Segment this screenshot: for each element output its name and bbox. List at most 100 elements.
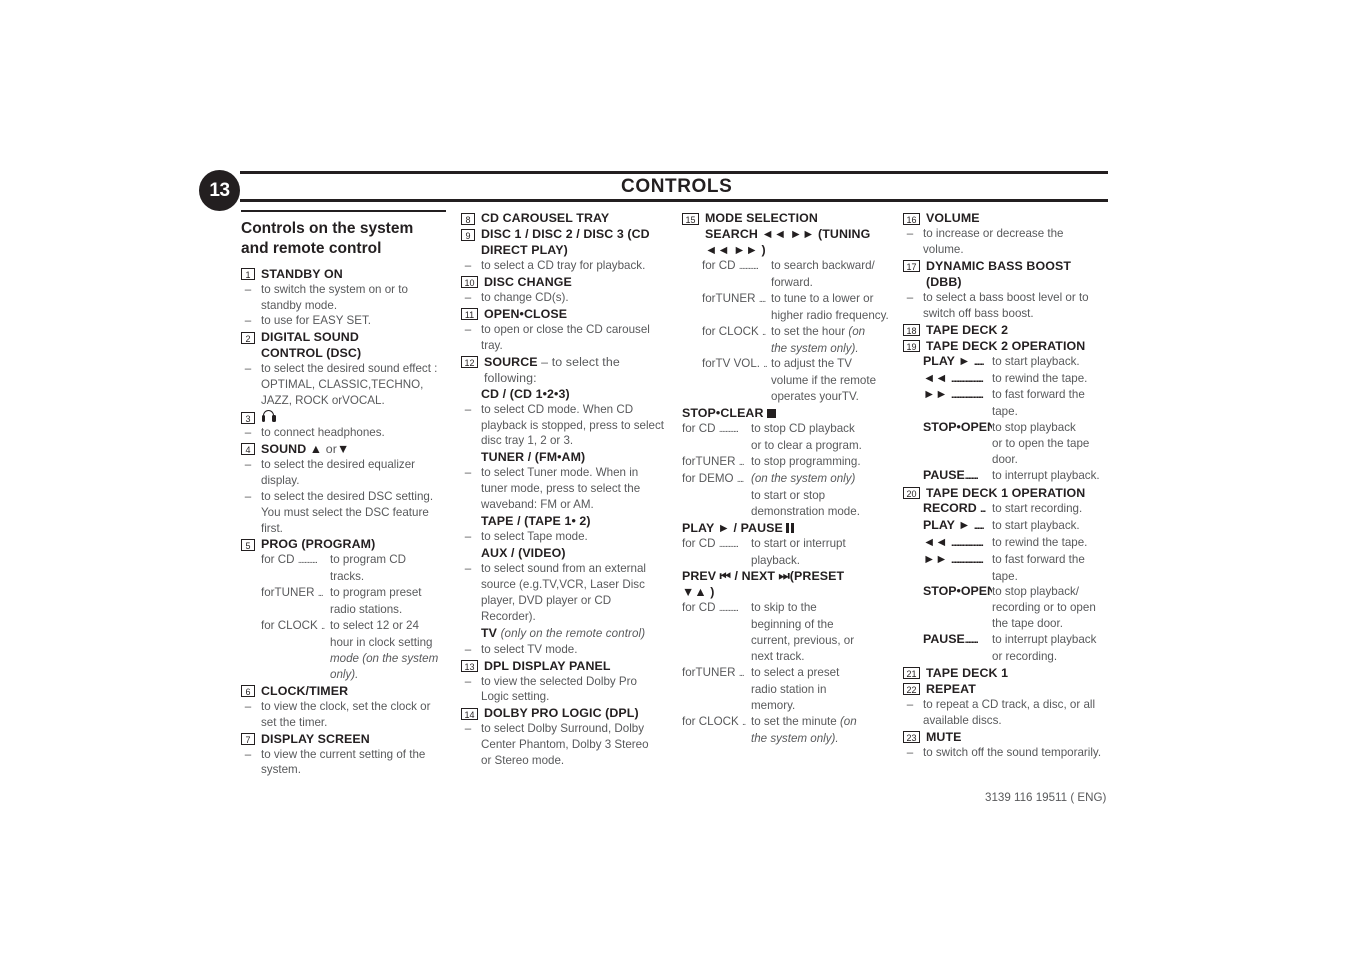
leader-key: for CLOCK .. — [702, 324, 766, 338]
leader-dots: ............ — [297, 555, 318, 567]
item-number: 14 — [461, 707, 478, 720]
bullet-dash: – — [464, 722, 472, 736]
section-heading-line-2: and remote control — [241, 239, 382, 257]
leader-continuation: or recording. — [992, 650, 1058, 664]
desc-line: to select Tuner mode. When in — [481, 466, 639, 480]
leader-row: PAUSE........ to interrupt playback. — [923, 468, 1115, 485]
column-2: 8 CD CAROUSEL TRAY 9 DISC 1 / DISC 2 / D… — [461, 210, 671, 769]
leader-key: ►► .................... — [923, 387, 992, 404]
item-label: PROG (PROGRAM) — [261, 537, 376, 552]
item-label: CLOCK/TIMER — [261, 683, 349, 698]
leader-value: to stop CD playback — [751, 422, 855, 436]
list-item: 13 DPL DISPLAY PANEL — [461, 658, 671, 674]
stop-square-icon — [767, 408, 777, 418]
leader-key: forTUNER ... — [261, 586, 324, 600]
search-label-line: SEARCH ◄◄ ►► (TUNING — [705, 227, 871, 241]
leader-continuation: tracks. — [330, 570, 365, 584]
list-item-detail: – to view the selected Dolby Pro Logic s… — [461, 674, 671, 706]
bullet-dash: – — [906, 745, 914, 759]
leader-continuation: memory. — [751, 698, 796, 712]
desc-line: tray. — [481, 338, 503, 352]
leader-dots: ............ — [718, 603, 739, 615]
list-item: 1 STANDBY ON — [241, 266, 451, 282]
prev-next-label: PREV ⏮ / NEXT ⏭(PRESET — [682, 569, 845, 584]
leader-row: ►► .................... to fast forward … — [923, 552, 1115, 569]
sub-label-note: (only on the remote control) — [500, 626, 646, 640]
leader-dots: ............ — [718, 424, 739, 436]
list-item: 23 MUTE — [903, 729, 1115, 745]
leader-key: for CD ............ — [702, 259, 759, 272]
leader-continuation: tape. — [992, 569, 1018, 583]
leader-key: for CLOCK .. — [682, 714, 746, 728]
item-label-line-2: (DBB) — [926, 274, 962, 289]
leader-value: to search backward/ — [771, 259, 875, 272]
desc-line: You must select the DSC feature — [261, 505, 429, 519]
leader-key: ◄◄ .................... — [923, 535, 992, 552]
item-description: to select TV mode. — [481, 642, 578, 656]
bullet-dash: – — [244, 747, 252, 761]
leader-group: PLAY ► ...... to start playback. ◄◄ ....… — [923, 354, 1115, 485]
item-description: to select a bass boost level or to switc… — [923, 290, 1115, 322]
list-item: 17 DYNAMIC BASS BOOST (DBB) — [903, 258, 1115, 290]
pause-icon — [786, 522, 795, 533]
leader-value: to stop playback — [992, 421, 1076, 435]
leader-value: to rewind the tape. — [992, 371, 1088, 385]
desc-line: player, DVD player or CD — [481, 593, 612, 607]
item-label: TAPE DECK 2 OPERATION — [926, 338, 1086, 353]
item-number: 18 — [903, 324, 920, 337]
item-number: 3 — [241, 411, 255, 424]
item-number: 1 — [241, 268, 255, 281]
bullet-dash: – — [464, 290, 472, 304]
leader-continuation-italic: only). — [330, 667, 359, 681]
list-item-detail: for CD ............ to program CD tracks… — [241, 552, 451, 682]
leader-value: to start or interrupt — [751, 536, 846, 550]
list-item: 11 OPEN•CLOSE — [461, 306, 671, 322]
leader-value: to tune to a lower or — [771, 291, 874, 305]
item-label-text: SOUND — [261, 441, 307, 456]
desc-line: OPTIMAL, CLASSIC,TECHNO, — [261, 378, 424, 392]
list-item-detail: – to view the clock, set the clock or se… — [241, 699, 451, 731]
list-item: 4 SOUND ▲ or▼ — [241, 441, 451, 457]
list-item-sub: AUX / (VIDEO) — [461, 545, 671, 561]
item-label: TAPE DECK 1 — [926, 665, 1009, 680]
desc-line: to select the desired DSC setting. — [261, 489, 434, 503]
bullet-dash: – — [244, 489, 252, 503]
item-number: 13 — [461, 660, 478, 672]
leader-key: RECORD ... — [923, 500, 986, 515]
item-description: to select the desired sound effect : OPT… — [261, 361, 451, 409]
list-item-detail: – to select a bass boost level or to swi… — [903, 290, 1115, 322]
bullet-dash: – — [464, 642, 472, 656]
leader-continuation: current, previous, or — [751, 634, 855, 648]
desc-line: tuner mode, press to select the — [481, 482, 641, 496]
leader-row: for CD ............ to stop CD playback — [682, 421, 892, 438]
item-number: 19 — [903, 340, 920, 353]
leader-dots: ... — [738, 456, 745, 468]
leader-continuation: to start or stop — [751, 488, 826, 502]
headphones-icon — [261, 410, 276, 423]
desc-line: or Stereo mode. — [481, 754, 565, 768]
bullet-dash: – — [464, 674, 472, 688]
leader-key: PAUSE........ — [923, 632, 979, 647]
leader-row: for CD ............ to program CD — [261, 552, 451, 569]
tuning-label-line: ◄◄ ►► ) — [705, 243, 766, 257]
list-item-detail: – to select the desired equalizer displa… — [241, 457, 451, 489]
sub-label: TUNER / (FM•AM) — [481, 450, 586, 465]
list-item-sub: TAPE / (TAPE 1• 2) — [461, 513, 671, 529]
section-heading-line-1: Controls on the system — [241, 219, 414, 237]
leader-group: for CD ............ to program CD tracks… — [261, 552, 451, 682]
leader-value: to start recording. — [992, 501, 1083, 515]
item-label: TAPE DECK 2 — [926, 322, 1009, 337]
leader-key: ◄◄ .................... — [923, 371, 992, 388]
leader-key: forTUNER .... — [702, 291, 766, 305]
list-item-detail: – to select the desired sound effect : O… — [241, 361, 451, 409]
list-item-sub: PLAY ► / PAUSE for CD ............ to st… — [682, 520, 892, 569]
leader-continuation: demonstration mode. — [751, 504, 860, 518]
item-label-line-1: DIGITAL SOUND — [261, 330, 359, 345]
leader-row: for DEMO .... (on the system only) — [682, 471, 892, 488]
list-item-detail: – to switch off the sound temporarily. — [903, 745, 1115, 761]
list-item-detail: – to use for EASY SET. — [241, 313, 451, 329]
leader-value: to program preset — [330, 586, 422, 600]
leader-dots: ...... — [973, 356, 985, 368]
leader-row: for CLOCK .. to set the hour (on — [702, 324, 892, 341]
desc-line: standby mode. — [261, 298, 338, 312]
